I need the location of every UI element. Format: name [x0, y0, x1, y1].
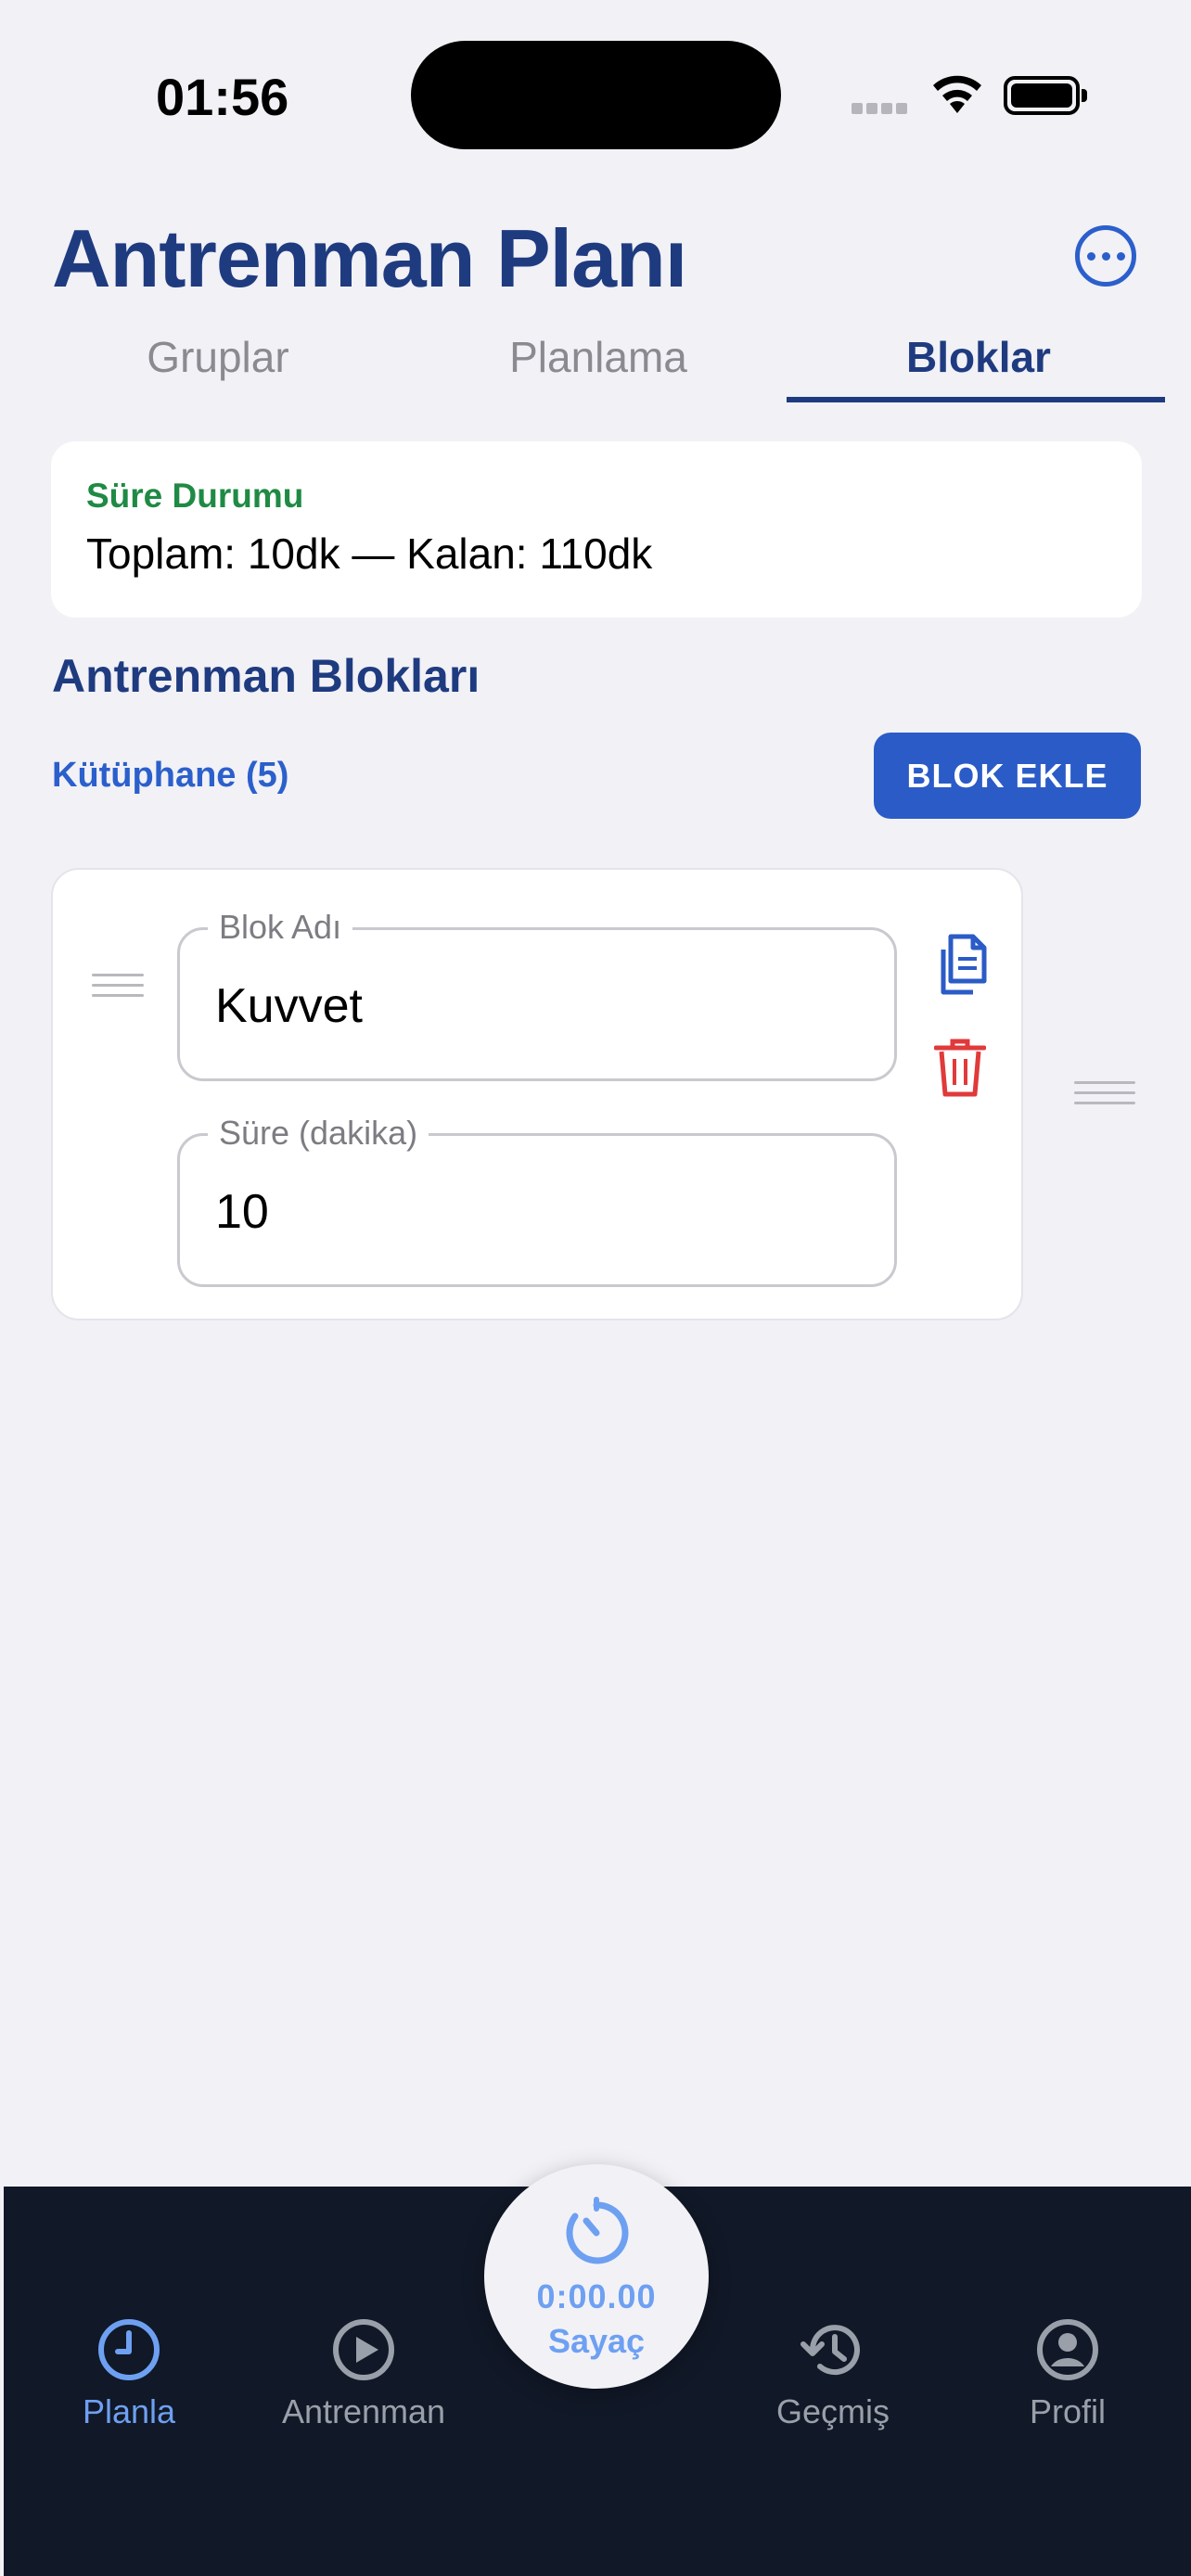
nav-gecmis-label: Geçmiş [775, 2392, 890, 2430]
history-icon [800, 2325, 860, 2376]
trash-icon[interactable] [934, 1037, 986, 1098]
add-block-button[interactable]: BLOK EKLE [874, 733, 1141, 819]
nav-gecmis[interactable]: Geçmiş [712, 2316, 954, 2431]
drag-handle-icon[interactable] [92, 974, 144, 1000]
status-time: 01:56 [156, 68, 289, 126]
clock-icon [98, 2319, 160, 2380]
copy-icon[interactable] [930, 931, 990, 998]
more-options-button[interactable] [1075, 225, 1136, 287]
duration-status-card: Süre Durumu Toplam: 10dk — Kalan: 110dk [51, 441, 1142, 618]
nav-antrenman[interactable]: Antrenman [243, 2316, 484, 2431]
section-title: Antrenman Blokları [52, 650, 480, 702]
tab-planlama[interactable]: Planlama [408, 325, 788, 408]
timer-button[interactable]: 0:00.00 Sayaç [484, 2164, 709, 2389]
tab-gruplar[interactable]: Gruplar [28, 325, 408, 408]
nav-profil[interactable]: Profil [947, 2316, 1188, 2431]
app-screen: 01:56 Antrenman Planı Gruplar Planlama B… [0, 0, 1191, 2576]
nav-profil-label: Profil [1029, 2392, 1107, 2430]
library-link[interactable]: Kütüphane (5) [52, 756, 288, 796]
block-name-label: Blok Adı [208, 908, 353, 947]
tab-bar: Gruplar Planlama Bloklar [28, 325, 1169, 408]
block-duration-value: 10 [215, 1185, 269, 1239]
duration-status-value: Toplam: 10dk — Kalan: 110dk [86, 529, 653, 578]
more-dot [1086, 251, 1095, 261]
block-name-value: Kuvvet [215, 979, 363, 1033]
nav-antrenman-label: Antrenman [281, 2392, 446, 2430]
battery-icon [1004, 76, 1087, 115]
more-dot [1101, 251, 1110, 261]
play-circle-icon [333, 2319, 394, 2380]
active-tab-indicator [787, 397, 1165, 402]
profile-icon [1037, 2319, 1098, 2380]
duration-status-label: Süre Durumu [86, 477, 304, 515]
tab-bloklar[interactable]: Bloklar [788, 325, 1169, 408]
nav-planla-label: Planla [82, 2392, 176, 2430]
block-card: Blok Adı Kuvvet Süre (dakika) 10 [51, 868, 1023, 1320]
wifi-icon [933, 75, 981, 113]
more-dot [1116, 251, 1125, 261]
dynamic-island [411, 41, 781, 149]
reorder-handle-icon[interactable] [1074, 1081, 1135, 1107]
timer-icon [566, 2197, 629, 2264]
cellular-signal-icon [852, 102, 913, 115]
block-duration-label: Süre (dakika) [208, 1114, 429, 1153]
timer-label: Sayaç [547, 2322, 646, 2360]
block-duration-field[interactable]: Süre (dakika) 10 [177, 1114, 897, 1287]
block-name-field[interactable]: Blok Adı Kuvvet [177, 908, 897, 1081]
page-title: Antrenman Planı [52, 212, 687, 304]
timer-time: 0:00.00 [536, 2277, 657, 2315]
nav-planla[interactable]: Planla [8, 2316, 250, 2431]
